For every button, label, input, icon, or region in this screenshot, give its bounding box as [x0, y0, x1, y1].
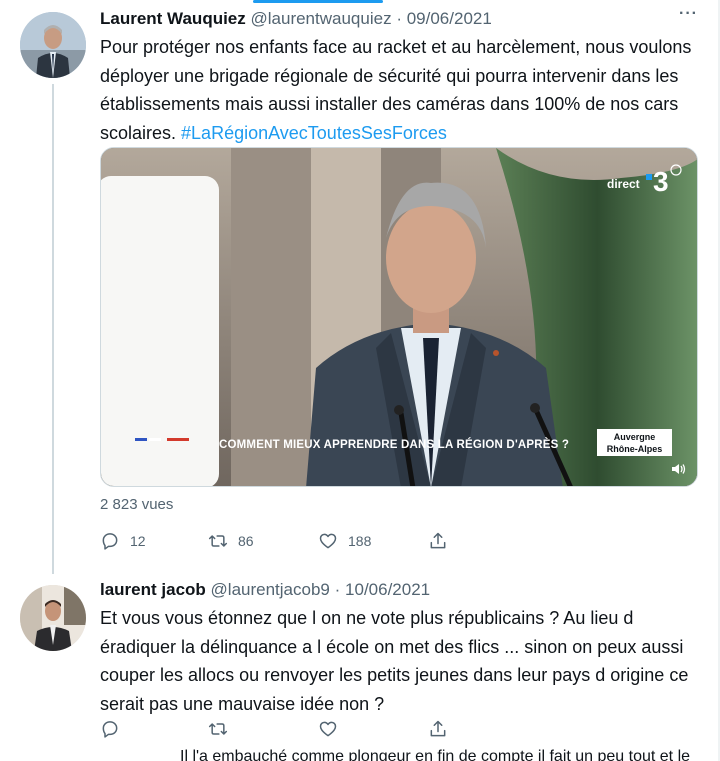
hashtag-link[interactable]: #LaRégionAvecToutesSesForces [181, 123, 447, 143]
view-count: 2 823 vues [100, 496, 174, 513]
region-line-1: Auvergne [613, 432, 656, 442]
retweet-icon [208, 535, 228, 547]
reply-count: 12 [130, 533, 146, 549]
like-button[interactable] [318, 716, 338, 742]
like-icon [319, 533, 337, 549]
region-badge: Auvergne Rhône-Alpes [597, 429, 672, 456]
reply-icon [102, 533, 118, 550]
next-tweet-text: Il l'a embauché comme plongeur en fin de… [180, 748, 691, 761]
reply-button[interactable]: 12 [100, 528, 146, 554]
avatar[interactable] [20, 12, 86, 78]
action-bar: 12 86 188 [100, 528, 460, 554]
reply-button[interactable] [100, 716, 120, 742]
channel-label: direct [607, 177, 640, 191]
tweet-date[interactable]: 10/06/2021 [345, 580, 430, 599]
share-icon [430, 720, 446, 737]
tweet-header: Laurent Wauquiez @laurentwauquiez · 09/0… [100, 9, 492, 29]
retweet-button[interactable] [208, 716, 228, 742]
author-handle[interactable]: @laurentwauquiez [251, 9, 392, 28]
thread-line [52, 84, 54, 574]
separator: · [396, 9, 402, 28]
like-icon [319, 721, 337, 737]
avatar[interactable] [20, 585, 86, 651]
tweet-text: Pour protéger nos enfants face au racket… [100, 33, 700, 147]
share-icon [430, 532, 446, 549]
action-bar [100, 716, 460, 742]
author-name[interactable]: Laurent Wauquiez [100, 9, 246, 28]
more-icon[interactable]: ··· [679, 5, 698, 23]
retweet-icon [208, 723, 228, 735]
sound-icon[interactable] [671, 462, 687, 476]
share-button[interactable] [428, 716, 448, 742]
channel-number: 3 [653, 166, 669, 197]
retweet-button[interactable]: 86 [208, 528, 254, 554]
video-player[interactable]: direct 3 COMMENT MIEUX APPRENDRE DANS LA… [100, 147, 698, 487]
separator: · [334, 580, 341, 599]
like-count: 188 [348, 533, 372, 549]
video-caption: COMMENT MIEUX APPRENDRE DANS LA RÉGION D… [219, 439, 570, 451]
retweet-count: 86 [238, 533, 254, 549]
region-line-2: Rhône-Alpes [606, 444, 663, 454]
tweet-header: laurent jacob @laurentjacob9 · 10/06/202… [100, 580, 430, 600]
author-name[interactable]: laurent jacob [100, 580, 206, 599]
tweet-text: Et vous vous étonnez que l on ne vote pl… [100, 608, 689, 714]
tweet-date[interactable]: 09/06/2021 [407, 9, 492, 28]
reply-icon [102, 721, 118, 738]
share-button[interactable] [428, 528, 448, 554]
tweet-wauquiez[interactable]: Laurent Wauquiez @laurentwauquiez · 09/0… [0, 0, 720, 574]
like-button[interactable]: 188 [318, 528, 371, 554]
author-handle[interactable]: @laurentjacob9 [211, 580, 330, 599]
